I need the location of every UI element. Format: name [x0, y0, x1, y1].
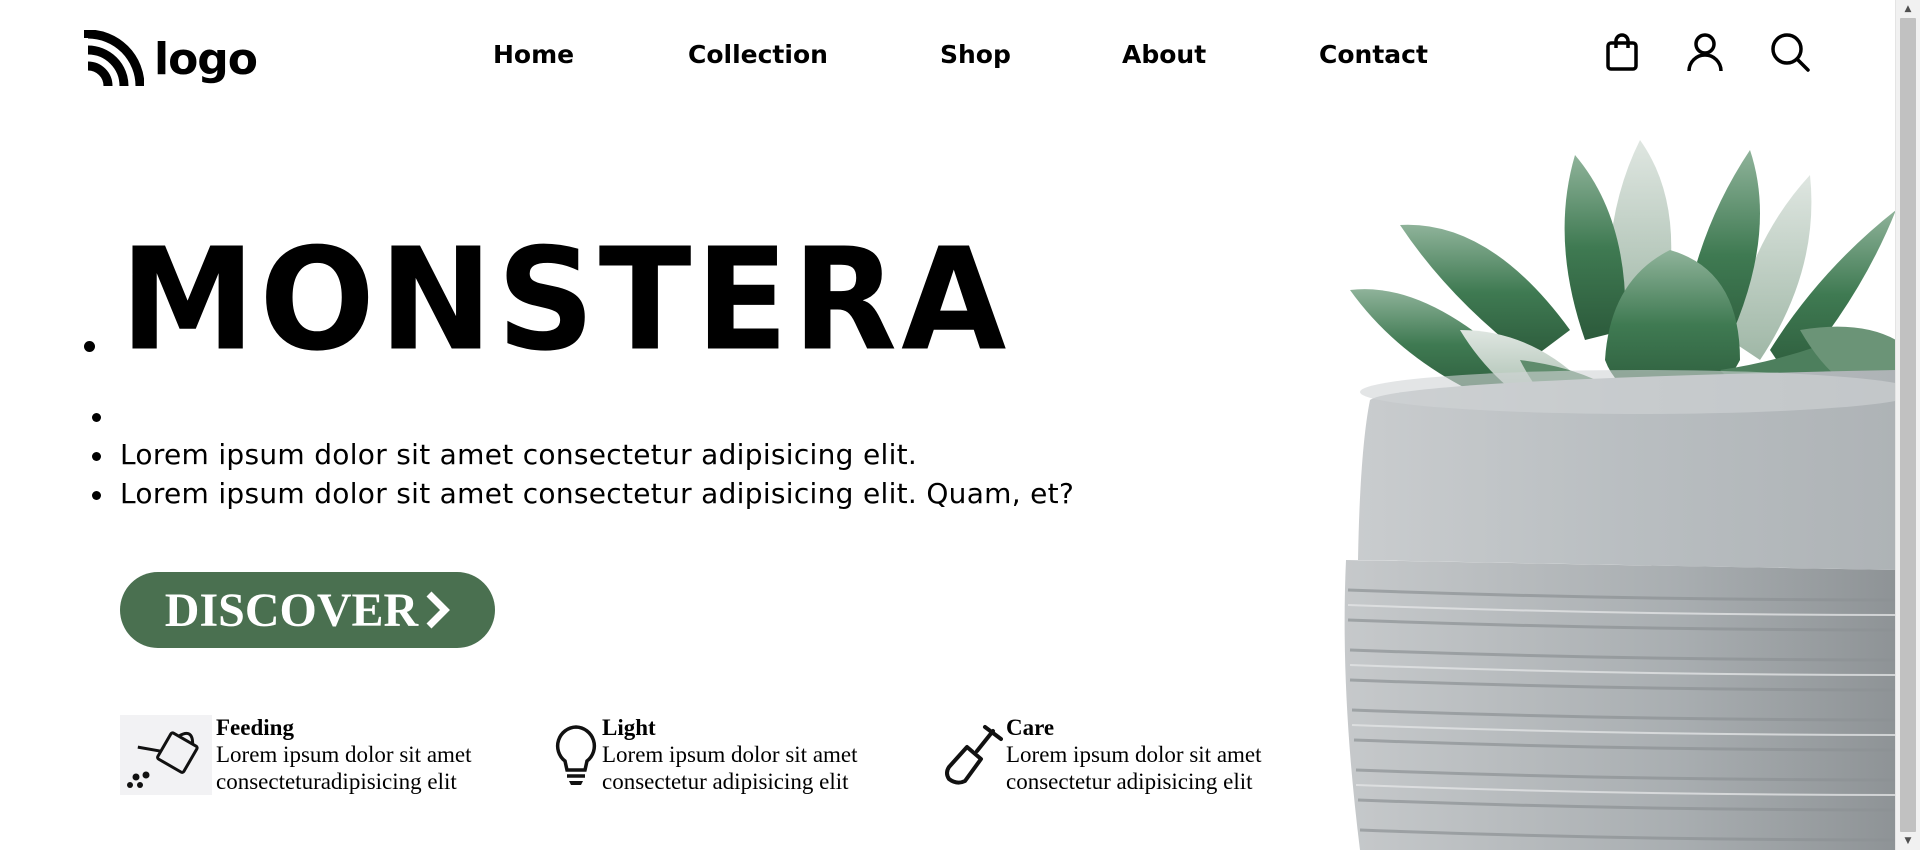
feature-title: Light: [602, 715, 656, 740]
feature-desc: Lorem ipsum dolor sit amet: [602, 742, 858, 767]
logo-mark-icon: [84, 30, 144, 87]
discover-button[interactable]: DISCOVER: [120, 572, 495, 648]
nav-collection[interactable]: Collection: [688, 40, 828, 69]
list-bullet: [92, 491, 101, 500]
hero-line-1: Lorem ipsum dolor sit amet consectetur a…: [120, 438, 918, 471]
feature-light: Light Lorem ipsum dolor sit amet consect…: [552, 715, 858, 795]
search-icon[interactable]: [1768, 30, 1812, 74]
page-scrollbar[interactable]: ▲ ▼: [1895, 0, 1920, 850]
feature-desc: consectetur adipisicing elit: [1006, 769, 1253, 794]
nav-home[interactable]: Home: [493, 40, 574, 69]
feature-feeding: Feeding Lorem ipsum dolor sit amet conse…: [120, 715, 472, 795]
succulent-pot-image: [1340, 130, 1896, 850]
nav-contact[interactable]: Contact: [1319, 40, 1428, 69]
page: logo Home Collection Shop About Contact …: [0, 0, 1920, 850]
feature-desc: consecteturadipisicing elit: [216, 769, 457, 794]
list-bullet: [84, 341, 95, 352]
feature-title: Care: [1006, 715, 1055, 740]
feature-desc: consectetur adipisicing elit: [602, 769, 849, 794]
discover-button-label: DISCOVER: [164, 583, 419, 637]
shopping-bag-icon[interactable]: [1600, 30, 1644, 74]
watering-can-icon: [120, 715, 212, 795]
chevron-right-icon: [426, 591, 451, 629]
hero-title: MONSTERA: [120, 218, 1011, 383]
nav-about[interactable]: About: [1122, 40, 1206, 69]
logo-text: logo: [154, 34, 258, 85]
nav-shop[interactable]: Shop: [940, 40, 1011, 69]
scroll-up-icon[interactable]: ▲: [1896, 0, 1920, 18]
scroll-thumb[interactable]: [1900, 18, 1916, 832]
feature-desc: Lorem ipsum dolor sit amet: [216, 742, 472, 767]
hero-line-2: Lorem ipsum dolor sit amet consectetur a…: [120, 477, 1075, 510]
feature-desc: Lorem ipsum dolor sit amet: [1006, 742, 1262, 767]
list-bullet: [92, 452, 101, 461]
feature-title: Feeding: [216, 715, 294, 740]
scroll-down-icon[interactable]: ▼: [1896, 832, 1920, 850]
lightbulb-icon: [552, 715, 600, 795]
user-icon[interactable]: [1683, 30, 1727, 74]
feature-care: Care Lorem ipsum dolor sit amet consecte…: [942, 715, 1262, 795]
list-bullet: [92, 413, 101, 422]
shovel-icon: [942, 715, 1004, 795]
logo[interactable]: logo: [84, 30, 258, 90]
